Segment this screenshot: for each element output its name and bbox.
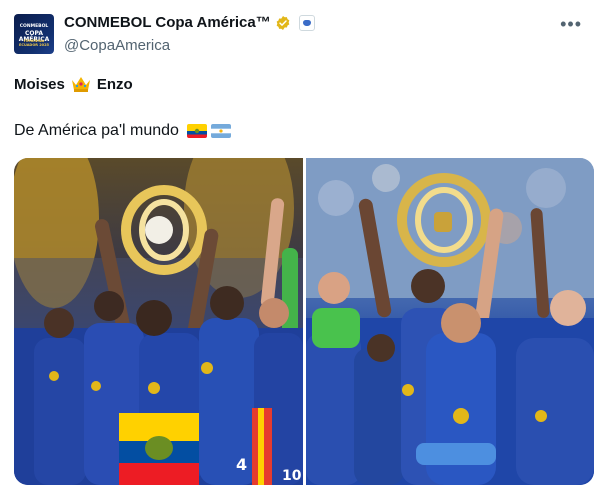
ecuador-flag-icon bbox=[186, 124, 207, 138]
tweet-line-2: De América pa'l mundo bbox=[14, 122, 231, 140]
media-grid: 4 10 bbox=[14, 158, 594, 485]
photo-right[interactable] bbox=[306, 158, 594, 485]
photo-left-illustration: 4 10 bbox=[14, 158, 303, 485]
photo-right-illustration bbox=[306, 158, 594, 485]
tweet-line-1: Moises Enzo bbox=[14, 75, 133, 93]
tweet-text-enzo: Enzo bbox=[96, 75, 133, 93]
author-name[interactable]: CONMEBOL Copa América™ bbox=[64, 14, 271, 31]
more-options-icon[interactable]: ••• bbox=[560, 14, 582, 35]
tweet-text-main: De América pa'l mundo bbox=[14, 122, 179, 139]
argentina-flag-icon bbox=[210, 124, 231, 138]
verified-badge-icon bbox=[276, 15, 290, 30]
avatar-text-1: CONMEBOL bbox=[19, 24, 49, 29]
author-name-row: CONMEBOL Copa América™ bbox=[64, 14, 315, 31]
jersey-number-4: 4 bbox=[236, 455, 247, 474]
jersey-number-10: 10 bbox=[282, 468, 302, 484]
crown-emoji-icon bbox=[71, 77, 90, 92]
photo-left[interactable]: 4 10 bbox=[14, 158, 303, 485]
avatar[interactable]: CONMEBOL COPA AMÉRICA FEMENINA ECUADOR 2… bbox=[14, 14, 54, 54]
author-handle[interactable]: @CopaAmerica bbox=[64, 37, 170, 54]
affiliate-icon[interactable] bbox=[298, 14, 315, 31]
avatar-text-3: FEMENINA ECUADOR 2025 bbox=[19, 39, 49, 47]
tweet-text-moises: Moises bbox=[14, 75, 65, 93]
